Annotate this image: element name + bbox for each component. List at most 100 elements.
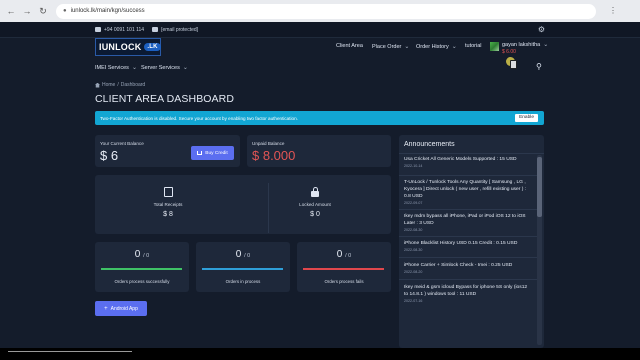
announcement-text: Usa Cricket All Generic Models Supported… <box>404 157 517 162</box>
user-balance: $ 6.00 <box>502 49 516 55</box>
announcement-text: T-UnLock / Tunlock Tools Any Quantity [ … <box>404 180 527 199</box>
announcements-title: Announcements <box>404 141 455 148</box>
breadcrumb-current: Dashboard <box>120 82 146 88</box>
unpaid-balance-card: Unpaid Balance $ 8.000 <box>247 135 391 167</box>
alert-text: Two-Factor Authentication is disabled. S… <box>100 115 298 121</box>
orders-success-label: Orders process successfully <box>114 279 170 284</box>
unpaid-balance-label: Unpaid Balance <box>252 141 285 146</box>
site-header: IUNLOCK .LK Client Area Place Order ⌄ Ord… <box>0 38 640 78</box>
logo-text: IUNLOCK <box>99 42 142 52</box>
site-logo[interactable]: IUNLOCK .LK <box>95 38 161 56</box>
gear-icon[interactable]: ⚙ <box>538 25 545 34</box>
orders-in-process-label: Orders in process <box>225 279 261 284</box>
chevron-down-icon: ⌄ <box>404 44 410 50</box>
announcement-text: iPhone Blacklist History USD 0.15 Credit… <box>404 241 518 246</box>
nav-server-services[interactable]: Server Services ⌄ <box>141 64 188 72</box>
back-icon[interactable]: ← <box>6 6 16 16</box>
announcement-item[interactable]: Usa Cricket All Generic Models Supported… <box>404 156 532 168</box>
orders-success-card: 0 / 0 Orders process successfully <box>95 242 189 292</box>
orders-in-process-bar <box>202 268 283 270</box>
nav-label: IMEI Services <box>95 64 129 71</box>
orders-failed-bar <box>303 268 384 270</box>
cart-icon <box>197 151 203 155</box>
announcement-date: 2022-08-20 <box>404 270 423 274</box>
url-text: iunlock.lk/main/kgn/success <box>70 8 145 14</box>
enable-2fa-button[interactable]: Enable <box>515 114 538 122</box>
nav-client-area[interactable]: Client Area <box>336 43 363 49</box>
chevron-down-icon: ⌄ <box>451 44 457 50</box>
orders-in-process-total: / 0 <box>244 253 251 259</box>
orders-failed-total: / 0 <box>345 253 352 259</box>
mail-icon <box>152 27 159 32</box>
video-progress-bar[interactable] <box>0 348 640 360</box>
announcement-date: 2022-10-14 <box>404 164 423 168</box>
announcement-separator <box>399 236 537 237</box>
avatar <box>490 42 499 51</box>
page-title: CLIENT AREA DASHBOARD <box>95 93 235 105</box>
receipt-icon <box>164 187 173 197</box>
nav-label: Order History <box>416 43 449 50</box>
announcement-text: iPhone Carrier + Simlock Check - Imei : … <box>404 263 513 268</box>
address-bar[interactable]: ● iunlock.lk/main/kgn/success <box>56 3 596 19</box>
two-factor-alert: Two-Factor Authentication is disabled. S… <box>95 111 544 125</box>
locked-amount-value: $ 0 <box>310 211 320 218</box>
plus-icon: + <box>104 305 108 312</box>
announcement-item[interactable]: T-UnLock / Tunlock Tools Any Quantity [ … <box>404 179 532 205</box>
locked-amount-label: Locked Amount <box>299 202 331 207</box>
browser-toolbar: ← → ↻ ● iunlock.lk/main/kgn/success ⋮ <box>0 0 640 22</box>
announcement-item[interactable]: iPhone Carrier + Simlock Check - Imei : … <box>404 262 532 274</box>
announcement-text: Ikey meid & gsm icloud Bypass for iphone… <box>404 285 528 297</box>
nav-label: Client Area <box>336 43 363 49</box>
nav-imei-services[interactable]: IMEI Services ⌄ <box>95 64 137 72</box>
home-icon <box>95 82 100 88</box>
browser-menu-icon[interactable]: ⋮ <box>608 6 618 16</box>
lock-icon: ● <box>63 8 67 14</box>
email-text: [email protected] <box>161 26 199 33</box>
total-receipts-value: $ 8 <box>163 211 173 218</box>
android-app-label: Android App <box>110 305 138 312</box>
android-app-button[interactable]: + Android App <box>95 301 147 316</box>
orders-failed-card: 0 / 0 Orders process fails <box>297 242 391 292</box>
orders-failed-label: Orders process fails <box>324 279 364 284</box>
video-progress-line[interactable] <box>8 351 132 352</box>
total-receipts-label: Total Receipts <box>153 202 183 207</box>
logo-badge: .LK <box>144 43 161 51</box>
chevron-down-icon: ⌄ <box>543 42 549 48</box>
announcements-panel: Announcements Usa Cricket All Generic Mo… <box>399 135 544 348</box>
stats-card: Total Receipts $ 8 Locked Amount $ 0 <box>95 175 391 234</box>
screen-frame: ← → ↻ ● iunlock.lk/main/kgn/success ⋮ +9… <box>0 0 640 360</box>
announcement-text: Ikey mdm bypass all iPhone, iPad or iPod… <box>404 214 526 226</box>
nav-order-history[interactable]: Order History ⌄ <box>416 43 457 51</box>
nav-tutorial[interactable]: tutorial <box>465 43 482 49</box>
stats-divider <box>268 183 269 233</box>
phone-text: +94 0091 101 114 <box>104 26 145 33</box>
announcement-item[interactable]: Ikey mdm bypass all iPhone, iPad or iPod… <box>404 213 532 232</box>
search-icon[interactable]: ⚲ <box>536 62 542 71</box>
buy-credit-label: Buy Credit <box>205 150 228 156</box>
orders-success-count: 0 <box>134 249 141 260</box>
lock-icon <box>311 187 319 197</box>
announcement-item[interactable]: iPhone Blacklist History USD 0.15 Credit… <box>404 240 532 252</box>
forward-icon[interactable]: → <box>22 6 32 16</box>
phone-contact: +94 0091 101 114 <box>95 27 144 33</box>
announcement-date: 2022-07-16 <box>404 299 423 303</box>
buy-credit-button[interactable]: Buy Credit <box>191 146 234 160</box>
orders-success-total: / 0 <box>143 253 150 259</box>
orders-in-process-card: 0 / 0 Orders in process <box>196 242 290 292</box>
announcement-separator <box>399 175 537 176</box>
orders-failed-count: 0 <box>336 249 343 260</box>
nav-place-order[interactable]: Place Order ⌄ <box>372 43 410 51</box>
email-contact: [email protected] <box>152 27 198 33</box>
mouse-cursor <box>506 57 517 69</box>
announcement-item[interactable]: Ikey meid & gsm icloud Bypass for iphone… <box>404 284 532 303</box>
current-balance-value: $ 6 <box>100 148 119 163</box>
announcements-scrollbar[interactable] <box>537 155 542 345</box>
browser-window: ← → ↻ ● iunlock.lk/main/kgn/success ⋮ +9… <box>0 0 640 348</box>
chevron-down-icon: ⌄ <box>131 65 137 71</box>
scrollbar-thumb[interactable] <box>537 157 542 217</box>
user-menu[interactable]: gayan lakshitha ⌄ $ 6.00 <box>490 41 548 55</box>
breadcrumb-home[interactable]: Home <box>102 82 115 88</box>
breadcrumb-separator: / <box>117 82 119 88</box>
announcement-date: 2022-08-30 <box>404 228 423 232</box>
reload-icon[interactable]: ↻ <box>38 6 48 16</box>
